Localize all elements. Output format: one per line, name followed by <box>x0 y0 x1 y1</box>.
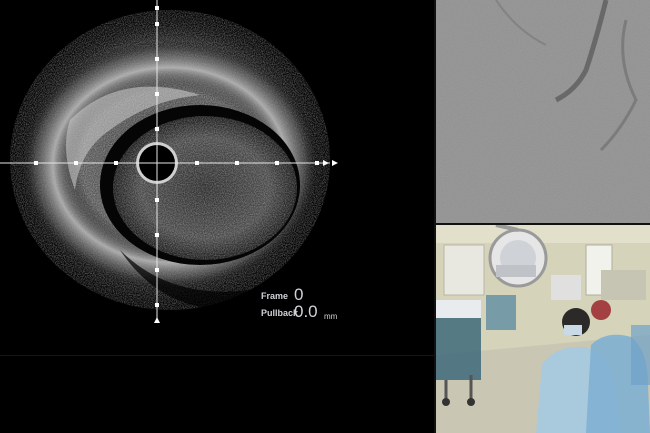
pullback-label: Pullback <box>261 308 299 318</box>
angiography-panel <box>436 0 650 223</box>
pullback-value: 0.0 <box>294 302 318 321</box>
angiography-image <box>436 0 650 223</box>
pullback-unit: mm <box>324 312 338 321</box>
camera-image <box>436 225 650 433</box>
ivus-panel: Frame 0 Pullback 0.0 mm <box>0 0 434 433</box>
ivus-image <box>0 0 434 356</box>
camera-panel <box>436 225 650 433</box>
frame-label: Frame <box>261 291 289 301</box>
